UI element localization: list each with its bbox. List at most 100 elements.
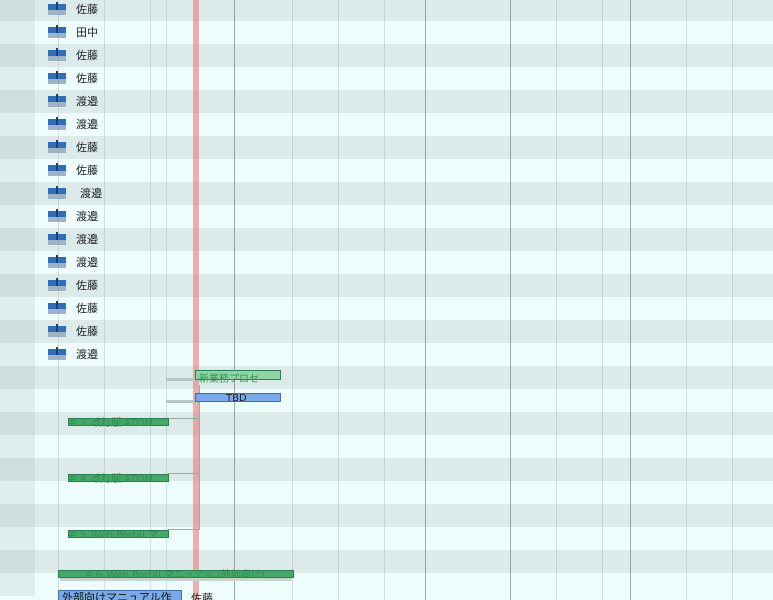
resource-assignment[interactable]: 佐藤 xyxy=(48,300,98,315)
row-header-cell xyxy=(0,159,35,182)
gantt-row xyxy=(0,136,773,159)
gantt-chart: 佐藤 田中 佐藤 佐藤 渡邉 渡邉 佐藤 佐藤 渡邉 渡邉 渡邉 渡邉 佐藤 佐藤 佐藤 渡邉 新業務プロセ … xyxy=(0,0,773,600)
resource-assignment[interactable]: 佐藤 xyxy=(48,70,98,85)
gantt-row xyxy=(0,389,773,412)
resource-assignment[interactable]: 佐藤 xyxy=(48,323,98,338)
resource-name: 渡邉 xyxy=(76,118,98,131)
row-header-cell xyxy=(0,274,35,297)
row-header-cell xyxy=(0,0,35,21)
row-header-cell xyxy=(0,228,35,251)
gantt-row xyxy=(0,159,773,182)
resource-name: 田中 xyxy=(76,26,98,39)
resource-assignment[interactable]: 渡邉 xyxy=(48,231,98,246)
resource-bar-icon xyxy=(48,1,66,15)
resource-assignment[interactable]: 渡邉 xyxy=(48,185,102,200)
resource-assignment[interactable]: 佐藤 xyxy=(48,47,98,62)
gantt-row xyxy=(0,67,773,90)
dependency-connector xyxy=(168,529,200,530)
resource-assignment[interactable]: 佐藤 xyxy=(48,1,98,16)
resource-assignment[interactable]: 佐藤 xyxy=(48,162,98,177)
resource-assignment[interactable]: 田中 xyxy=(48,24,98,39)
row-header-cell xyxy=(0,44,35,67)
group-label-5: ＃５ Web Portal マ xyxy=(68,530,159,541)
resource-name: 佐藤 xyxy=(76,49,98,62)
dependency-connector xyxy=(166,400,196,403)
gantt-row xyxy=(0,113,773,136)
row-header-cell xyxy=(0,251,35,274)
resource-assignment[interactable]: 渡邉 xyxy=(48,346,98,361)
grid-line xyxy=(338,0,339,600)
gantt-row xyxy=(0,320,773,343)
resource-name: 渡邉 xyxy=(76,233,98,246)
grid-line xyxy=(686,0,687,600)
row-header-cell xyxy=(0,182,35,205)
resource-bar-icon xyxy=(48,116,66,130)
gantt-row xyxy=(0,343,773,366)
resource-name: 佐藤 xyxy=(76,141,98,154)
resource-name: 佐藤 xyxy=(76,72,98,85)
resource-bar-icon xyxy=(48,208,66,222)
row-header-cell xyxy=(0,458,35,481)
resource-name: 佐藤 xyxy=(76,302,98,315)
resource-name: 佐藤 xyxy=(76,164,98,177)
resource-assignment[interactable]: 渡邉 xyxy=(48,208,98,223)
grid-line xyxy=(630,0,631,600)
resource-bar-icon xyxy=(48,346,66,360)
resource-bar-icon xyxy=(48,47,66,61)
gantt-row xyxy=(0,21,773,44)
resource-assignment[interactable]: 佐藤 xyxy=(48,277,98,292)
row-header-cell xyxy=(0,366,35,389)
row-header-cell xyxy=(0,67,35,90)
row-header-cell xyxy=(0,113,35,136)
gantt-row xyxy=(0,251,773,274)
resource-name: 佐藤 xyxy=(76,279,98,292)
row-header-cell xyxy=(0,412,35,435)
task-resource-label: 佐藤 xyxy=(191,592,213,600)
resource-assignment[interactable]: 渡邉 xyxy=(48,254,98,269)
row-header-cell xyxy=(0,573,35,596)
resource-bar-icon xyxy=(48,231,66,245)
grid-line xyxy=(292,0,293,600)
resource-bar-icon xyxy=(48,254,66,268)
row-header-cell xyxy=(0,435,35,458)
resource-bar-icon xyxy=(48,300,66,314)
task-label-new-business: 新業務プロセ xyxy=(199,374,259,385)
resource-bar-icon xyxy=(48,139,66,153)
resource-bar-icon xyxy=(48,323,66,337)
resource-name: 渡邉 xyxy=(76,348,98,361)
row-header-cell xyxy=(0,481,35,504)
row-header-cell xyxy=(0,389,35,412)
grid-line xyxy=(150,0,151,600)
row-header-cell xyxy=(0,320,35,343)
grid-line xyxy=(234,0,235,600)
gantt-row xyxy=(0,366,773,389)
resource-assignment[interactable]: 渡邉 xyxy=(48,116,98,131)
row-header-cell xyxy=(0,136,35,159)
grid-line xyxy=(384,0,385,600)
resource-name: 渡邉 xyxy=(76,256,98,269)
resource-name: 渡邉 xyxy=(76,95,98,108)
gantt-row xyxy=(0,0,773,21)
row-header-cell xyxy=(0,90,35,113)
resource-name: 渡邉 xyxy=(80,187,102,200)
resource-bar-icon xyxy=(48,185,70,199)
group-label-4: ＃４ 改訂版 ATOM xyxy=(68,474,154,485)
row-header-cell xyxy=(0,504,35,527)
dependency-connector xyxy=(60,578,292,581)
row-header-cell xyxy=(0,550,35,573)
resource-bar-icon xyxy=(48,70,66,84)
row-header-cell xyxy=(0,21,35,44)
grid-line xyxy=(732,0,733,600)
resource-bar-icon xyxy=(48,277,66,291)
gantt-row xyxy=(0,44,773,67)
gantt-row xyxy=(0,504,773,527)
gantt-row xyxy=(0,274,773,297)
grid-line xyxy=(556,0,557,600)
row-header-cell xyxy=(0,527,35,550)
gantt-row xyxy=(0,228,773,251)
resource-name: 渡邉 xyxy=(76,210,98,223)
gantt-row xyxy=(0,205,773,228)
resource-assignment[interactable]: 渡邉 xyxy=(48,93,98,108)
row-header-cell xyxy=(0,205,35,228)
resource-assignment[interactable]: 佐藤 xyxy=(48,139,98,154)
